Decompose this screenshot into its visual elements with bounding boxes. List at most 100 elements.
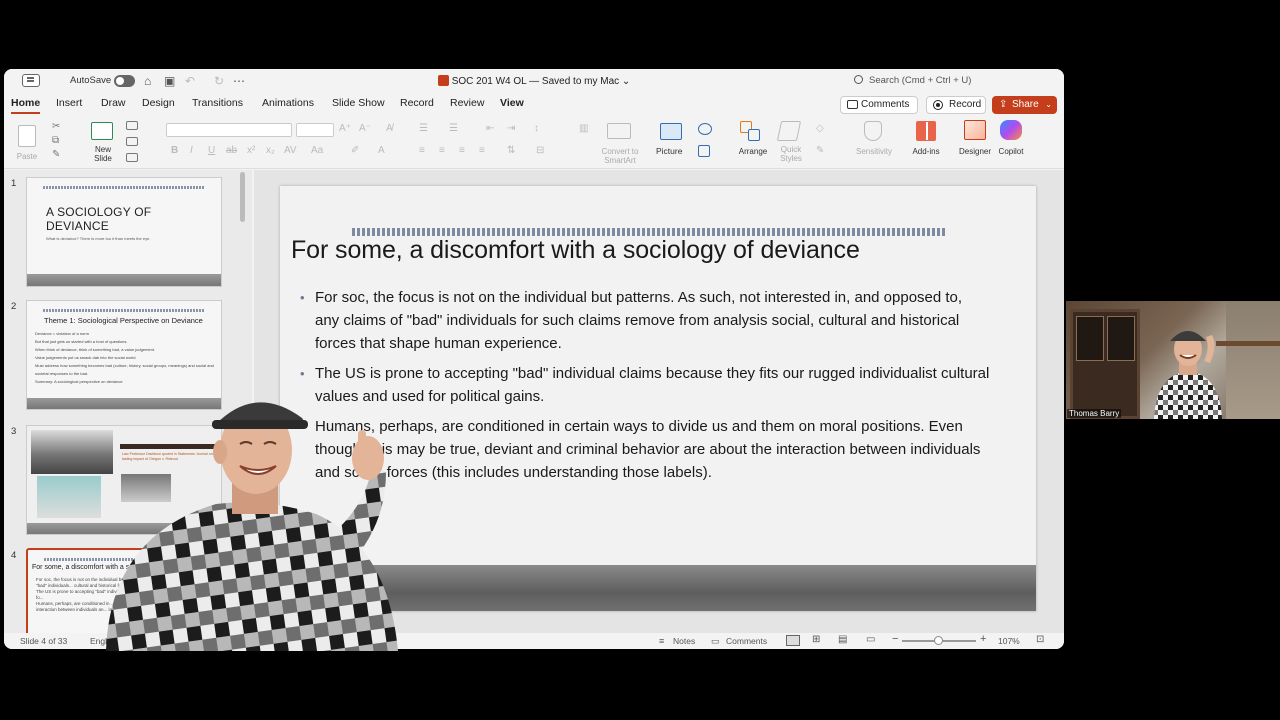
thumb-subtitle: What is deviance? There is more too it t… bbox=[46, 236, 151, 241]
bold-icon[interactable]: B bbox=[171, 145, 178, 156]
comments-status-button[interactable]: Comments bbox=[726, 636, 767, 646]
slide-thumbnail-1[interactable]: A SOCIOLOGY OF DEVIANCE What is deviance?… bbox=[26, 177, 222, 287]
webcam-background-pane bbox=[1076, 316, 1104, 361]
columns-icon[interactable]: ▥ bbox=[579, 123, 588, 134]
zoom-in-icon[interactable]: + bbox=[980, 633, 986, 645]
fit-to-window-icon[interactable]: ⊡ bbox=[1036, 634, 1044, 645]
thumb-bullet: When think of deviance, think of somethi… bbox=[35, 347, 156, 352]
tab-review[interactable]: Review bbox=[450, 97, 484, 109]
search-placeholder: Search (Cmd + Ctrl + U) bbox=[869, 75, 972, 86]
designer-icon[interactable] bbox=[964, 120, 986, 140]
italic-icon[interactable]: I bbox=[190, 145, 193, 156]
format-painter-icon[interactable]: ✎ bbox=[52, 149, 60, 160]
zoom-out-icon[interactable]: − bbox=[892, 633, 898, 645]
convert-smartart-label-line-2: SmartArt bbox=[604, 156, 636, 165]
font-color-icon[interactable]: A bbox=[378, 145, 385, 156]
slide-bullet: For soc, the focus is not on the individ… bbox=[300, 286, 990, 355]
increase-indent-icon[interactable]: ⇥ bbox=[507, 123, 515, 134]
numbering-icon[interactable]: ☰ bbox=[449, 123, 458, 134]
subscript-icon[interactable]: x₂ bbox=[266, 145, 275, 156]
tab-animations[interactable]: Animations bbox=[262, 97, 314, 109]
bullets-icon[interactable]: ☰ bbox=[419, 123, 428, 134]
tab-home[interactable]: Home bbox=[11, 97, 41, 114]
copilot-label: Copilot bbox=[998, 147, 1024, 156]
change-case-icon[interactable]: Aa bbox=[311, 145, 323, 156]
thumb-title: Theme 1: Sociological Perspective on Dev… bbox=[44, 316, 203, 325]
reading-view-icon[interactable]: ▤ bbox=[838, 634, 847, 645]
tab-view[interactable]: View bbox=[500, 97, 524, 109]
superscript-icon[interactable]: x² bbox=[247, 145, 255, 156]
thumb-number: 2 bbox=[11, 301, 17, 312]
title-bar: AutoSave ⌂ ▣ ↶ ↻ ⋯ SOC 201 W4 OL — Saved… bbox=[4, 69, 1064, 93]
align-left-icon[interactable]: ≡ bbox=[419, 145, 425, 156]
picture-label: Picture bbox=[656, 146, 683, 156]
text-direction-icon[interactable]: ⇅ bbox=[507, 145, 515, 156]
clear-format-icon[interactable]: A̸ bbox=[386, 123, 393, 134]
cut-icon[interactable]: ✂ bbox=[52, 121, 60, 132]
quick-styles-icon[interactable] bbox=[776, 121, 802, 141]
tab-draw[interactable]: Draw bbox=[101, 97, 126, 109]
highlight-icon[interactable]: ✐ bbox=[351, 145, 359, 156]
new-slide-icon[interactable] bbox=[91, 122, 113, 140]
quick-styles-label: Quick Styles bbox=[774, 145, 808, 163]
copilot-icon[interactable] bbox=[1000, 120, 1022, 140]
shape-fill-icon[interactable]: ◇ bbox=[816, 123, 824, 134]
reset-icon[interactable] bbox=[126, 137, 138, 146]
section-icon[interactable] bbox=[126, 153, 138, 162]
justify-icon[interactable]: ≡ bbox=[479, 145, 485, 156]
smartart-icon[interactable] bbox=[607, 123, 631, 139]
text-box-icon[interactable] bbox=[698, 145, 710, 157]
zoom-level[interactable]: 107% bbox=[998, 636, 1020, 646]
normal-view-icon[interactable] bbox=[786, 635, 800, 646]
char-spacing-icon[interactable]: AV bbox=[284, 145, 297, 156]
strikethrough-icon[interactable]: ab bbox=[226, 145, 237, 156]
search-input[interactable]: Search (Cmd + Ctrl + U) bbox=[854, 73, 1054, 89]
record-button[interactable]: Record bbox=[926, 96, 986, 114]
copy-icon[interactable]: ⧉ bbox=[52, 135, 59, 146]
shape-outline-icon[interactable]: ✎ bbox=[816, 145, 824, 156]
search-icon bbox=[854, 75, 863, 84]
font-name-field[interactable] bbox=[166, 123, 292, 137]
underline-icon[interactable]: U bbox=[208, 145, 215, 156]
designer-label: Designer bbox=[958, 147, 991, 156]
tab-transitions[interactable]: Transitions bbox=[192, 97, 243, 109]
slide-show-icon[interactable]: ▭ bbox=[866, 634, 875, 645]
comments-button[interactable]: Comments bbox=[840, 96, 918, 114]
thumb-bullet: Deviance = violation of a norm bbox=[35, 331, 89, 336]
webcam-tile[interactable]: Thomas Barry bbox=[1066, 301, 1280, 419]
line-spacing-icon[interactable]: ↕ bbox=[534, 123, 539, 134]
align-text-icon[interactable]: ⊟ bbox=[536, 145, 544, 156]
shapes-icon[interactable] bbox=[698, 123, 712, 135]
notes-button[interactable]: Notes bbox=[673, 636, 695, 646]
decrease-font-icon[interactable]: A⁻ bbox=[359, 123, 371, 134]
slide-title[interactable]: For some, a discomfort with a sociology … bbox=[291, 236, 860, 265]
quick-styles-label-line-2: Styles bbox=[780, 154, 802, 163]
thumb-stripe bbox=[43, 309, 205, 312]
sensitivity-icon[interactable] bbox=[864, 121, 882, 141]
thumb-footer bbox=[27, 274, 221, 286]
slide-header-stripe bbox=[352, 228, 946, 236]
thumb-number: 1 bbox=[11, 178, 17, 189]
add-ins-icon[interactable] bbox=[916, 121, 936, 141]
font-size-field[interactable] bbox=[296, 123, 334, 137]
zoom-slider-thumb[interactable] bbox=[934, 636, 943, 645]
paste-icon[interactable] bbox=[18, 125, 36, 147]
thumb-bullet: But that just gets us started with a hos… bbox=[35, 339, 128, 344]
picture-icon[interactable] bbox=[660, 123, 682, 140]
tab-slide-show[interactable]: Slide Show bbox=[332, 97, 385, 109]
tab-design[interactable]: Design bbox=[142, 97, 175, 109]
webcam-person bbox=[1154, 331, 1222, 419]
chevron-down-icon: ⌄ bbox=[1045, 100, 1052, 109]
align-center-icon[interactable]: ≡ bbox=[439, 145, 445, 156]
slide-sorter-icon[interactable]: ⊞ bbox=[812, 634, 820, 645]
increase-font-icon[interactable]: A⁺ bbox=[339, 123, 351, 134]
tab-record[interactable]: Record bbox=[400, 97, 434, 109]
share-icon: ⇪ bbox=[999, 99, 1008, 110]
layout-icon[interactable] bbox=[126, 121, 138, 130]
share-button[interactable]: ⇪ Share ⌄ bbox=[992, 96, 1057, 114]
align-right-icon[interactable]: ≡ bbox=[459, 145, 465, 156]
thumbnails-scrollbar[interactable] bbox=[240, 172, 245, 222]
arrange-icon-back bbox=[748, 129, 760, 141]
tab-insert[interactable]: Insert bbox=[56, 97, 82, 109]
decrease-indent-icon[interactable]: ⇤ bbox=[486, 123, 494, 134]
